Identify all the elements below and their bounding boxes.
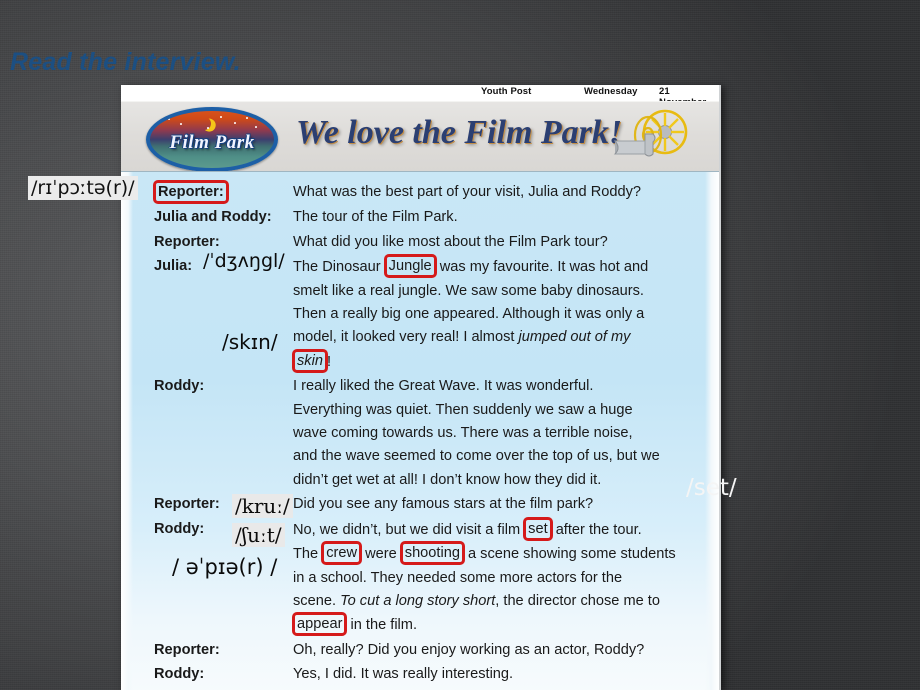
film-reel-icon <box>613 109 688 157</box>
dialogue-row: Roddy: I really liked the Great Wave. It … <box>154 375 699 493</box>
logo-text: Film Park <box>169 132 255 153</box>
dialogue-line: The tour of the Film Park. <box>293 206 699 229</box>
masthead-weekday: Wednesday <box>584 86 638 97</box>
text-run: model, it looked very real! I almost <box>293 329 519 346</box>
text-run: I really liked the Great Wave. It was wo… <box>293 378 594 395</box>
dialogue-line: No, we didn’t, but we did visit a film s… <box>293 516 699 542</box>
dialogue-line: Did you see any famous stars at the film… <box>293 493 699 516</box>
text-run: Did you see any famous stars at the film… <box>293 496 594 513</box>
dialogue-speaker: Roddy: <box>154 666 205 683</box>
dialogue-line: didn’t get wet at all! I don’t know how … <box>293 469 699 492</box>
dialogue-line: Oh, really? Did you enjoy working as an … <box>293 639 699 662</box>
text-run: The <box>293 546 323 563</box>
presentation-slide: Read the interview. Youth Post Wednesday… <box>0 0 920 690</box>
masthead-headline: We love the Film Park! <box>296 114 623 151</box>
dialogue-line: The crew were shooting a scene showing s… <box>293 541 699 566</box>
dialogue-line: Yes, I did. It was really interesting. <box>293 663 699 686</box>
dialogue-line: wave coming towards us. There was a terr… <box>293 422 699 445</box>
text-run: What did you like most about the Film Pa… <box>293 233 608 250</box>
text-run: smelt like a real jungle. We saw some ba… <box>293 282 644 299</box>
text-run: scene. <box>293 592 341 609</box>
text-run: , the director chose me to <box>495 592 660 609</box>
dialogue-row: Reporter: What was the best part of your … <box>153 180 699 206</box>
dialogue-line: model, it looked very real! I almost jum… <box>293 326 699 349</box>
text-run: jumped out of my <box>518 329 631 346</box>
dialogue-row: Reporter: Oh, really? Did you enjoy worki… <box>154 639 699 663</box>
ipa-annotation-crew: /kruː/ <box>232 494 293 518</box>
text-run: No, we didn’t, but we did visit a film <box>293 521 525 538</box>
masthead-top-bar: Youth Post Wednesday 21 November <box>121 85 719 108</box>
dialogue-line: Everything was quiet. Then suddenly we s… <box>293 399 699 422</box>
dialogue-speaker: Reporter: <box>154 641 220 658</box>
text-run: after the tour. <box>551 521 642 538</box>
text-run: was my favourite. It was hot and <box>435 259 649 276</box>
dialogue-line: Then a really big one appeared. Although… <box>293 303 699 326</box>
ipa-annotation-reporter: /rɪˈpɔːtə(r)/ <box>28 176 138 200</box>
highlight-box: skin <box>292 348 328 373</box>
dialogue-text: I really liked the Great Wave. It was wo… <box>293 375 699 493</box>
text-run: in the film. <box>346 617 418 634</box>
ipa-annotation-shooting: /ʃuːt/ <box>232 523 285 547</box>
crescent-moon-icon <box>196 115 212 131</box>
dialogue-text: Yes, I did. It was really interesting. <box>293 663 699 687</box>
film-park-oval-logo: Film Park <box>146 107 278 172</box>
sheet-right-margin <box>705 172 719 690</box>
dialogue-line: in a school. They needed some more actor… <box>293 567 699 590</box>
highlight-box: Jungle <box>383 254 437 279</box>
newspaper-page: Youth Post Wednesday 21 November Film Pa… <box>121 85 721 690</box>
text-run: The Dinosaur <box>293 259 385 276</box>
text-run: Oh, really? Did you enjoy working as an … <box>293 641 645 658</box>
text-run: Everything was quiet. Then suddenly we s… <box>293 401 633 418</box>
dialogue-row: Julia and Roddy: The tour of the Film Par… <box>154 206 699 230</box>
dialogue-line: What did you like most about the Film Pa… <box>293 231 699 254</box>
highlight-box: Reporter: <box>153 180 229 204</box>
interview-sheet: Reporter: What was the best part of your … <box>121 171 719 690</box>
dialogue-speaker: Julia and Roddy: <box>154 209 272 226</box>
ipa-annotation-appear: / əˈpɪə(r) / <box>172 555 278 579</box>
highlight-box: crew <box>321 541 363 566</box>
text-run: Then a really big one appeared. Although… <box>293 306 645 323</box>
dialogue-line: smelt like a real jungle. We saw some ba… <box>293 280 699 303</box>
dialogue-speaker: Roddy: <box>154 378 205 395</box>
dialogue-row: Roddy: Yes, I did. It was really interest… <box>154 663 699 687</box>
dialogue-line: What was the best part of your visit, Ju… <box>293 181 699 204</box>
dialogue-text: No, we didn’t, but we did visit a film s… <box>292 516 699 639</box>
text-run: Yes, I did. It was really interesting. <box>293 666 514 683</box>
ipa-annotation-jungle: /ˈdʒʌŋgl/ <box>203 250 285 272</box>
dialogue-line: appear in the film. <box>292 612 699 637</box>
text-run: were <box>361 546 401 563</box>
page-title: Read the interview. <box>10 48 241 76</box>
dialogue-speaker: Julia: <box>154 258 193 275</box>
text-run: What was the best part of your visit, Ju… <box>293 184 641 200</box>
dialogue-text: What was the best part of your visit, Ju… <box>293 181 699 206</box>
dialogue-text: Oh, really? Did you enjoy working as an … <box>293 639 699 663</box>
publication-name: Youth Post <box>481 86 532 97</box>
text-run: wave coming towards us. There was a terr… <box>293 425 633 442</box>
text-run: didn’t get wet at all! I don’t know how … <box>293 471 602 488</box>
ipa-annotation-skin: /skɪn/ <box>222 330 278 354</box>
highlight-box: appear <box>292 612 348 637</box>
dialogue-text: Did you see any famous stars at the film… <box>293 493 699 517</box>
dialogue-text: What did you like most about the Film Pa… <box>293 231 699 255</box>
dialogue-line: The Dinosaur Jungle was my favourite. It… <box>293 254 699 279</box>
dialogue-line: I really liked the Great Wave. It was wo… <box>293 375 699 398</box>
highlight-box: set <box>523 516 553 541</box>
masthead-banner: Film Park We love the Film Park! <box>121 101 719 172</box>
text-run: and the wave seemed to come over the top… <box>293 448 660 465</box>
sheet-left-margin <box>121 172 133 690</box>
ipa-annotation-set: /set/ <box>686 475 737 501</box>
dialogue-line: skin! <box>292 348 699 374</box>
dialogue-text: The Dinosaur Jungle was my favourite. It… <box>292 254 699 375</box>
dialogue-line: scene. To cut a long story short, the di… <box>293 590 699 613</box>
text-run: in a school. They needed some more actor… <box>293 569 623 586</box>
text-run: a scene showing some students <box>463 546 676 563</box>
dialogue-line: and the wave seemed to come over the top… <box>293 445 699 468</box>
text-run: The tour of the Film Park. <box>293 209 458 226</box>
text-run: To cut a long story short <box>340 592 496 609</box>
dialogue-text: The tour of the Film Park. <box>293 206 699 230</box>
dialogue-row: Julia: The Dinosaur Jungle was my favouri… <box>154 254 699 375</box>
dialogue-speaker: Reporter: <box>153 180 293 206</box>
highlight-box: shooting <box>399 541 465 566</box>
